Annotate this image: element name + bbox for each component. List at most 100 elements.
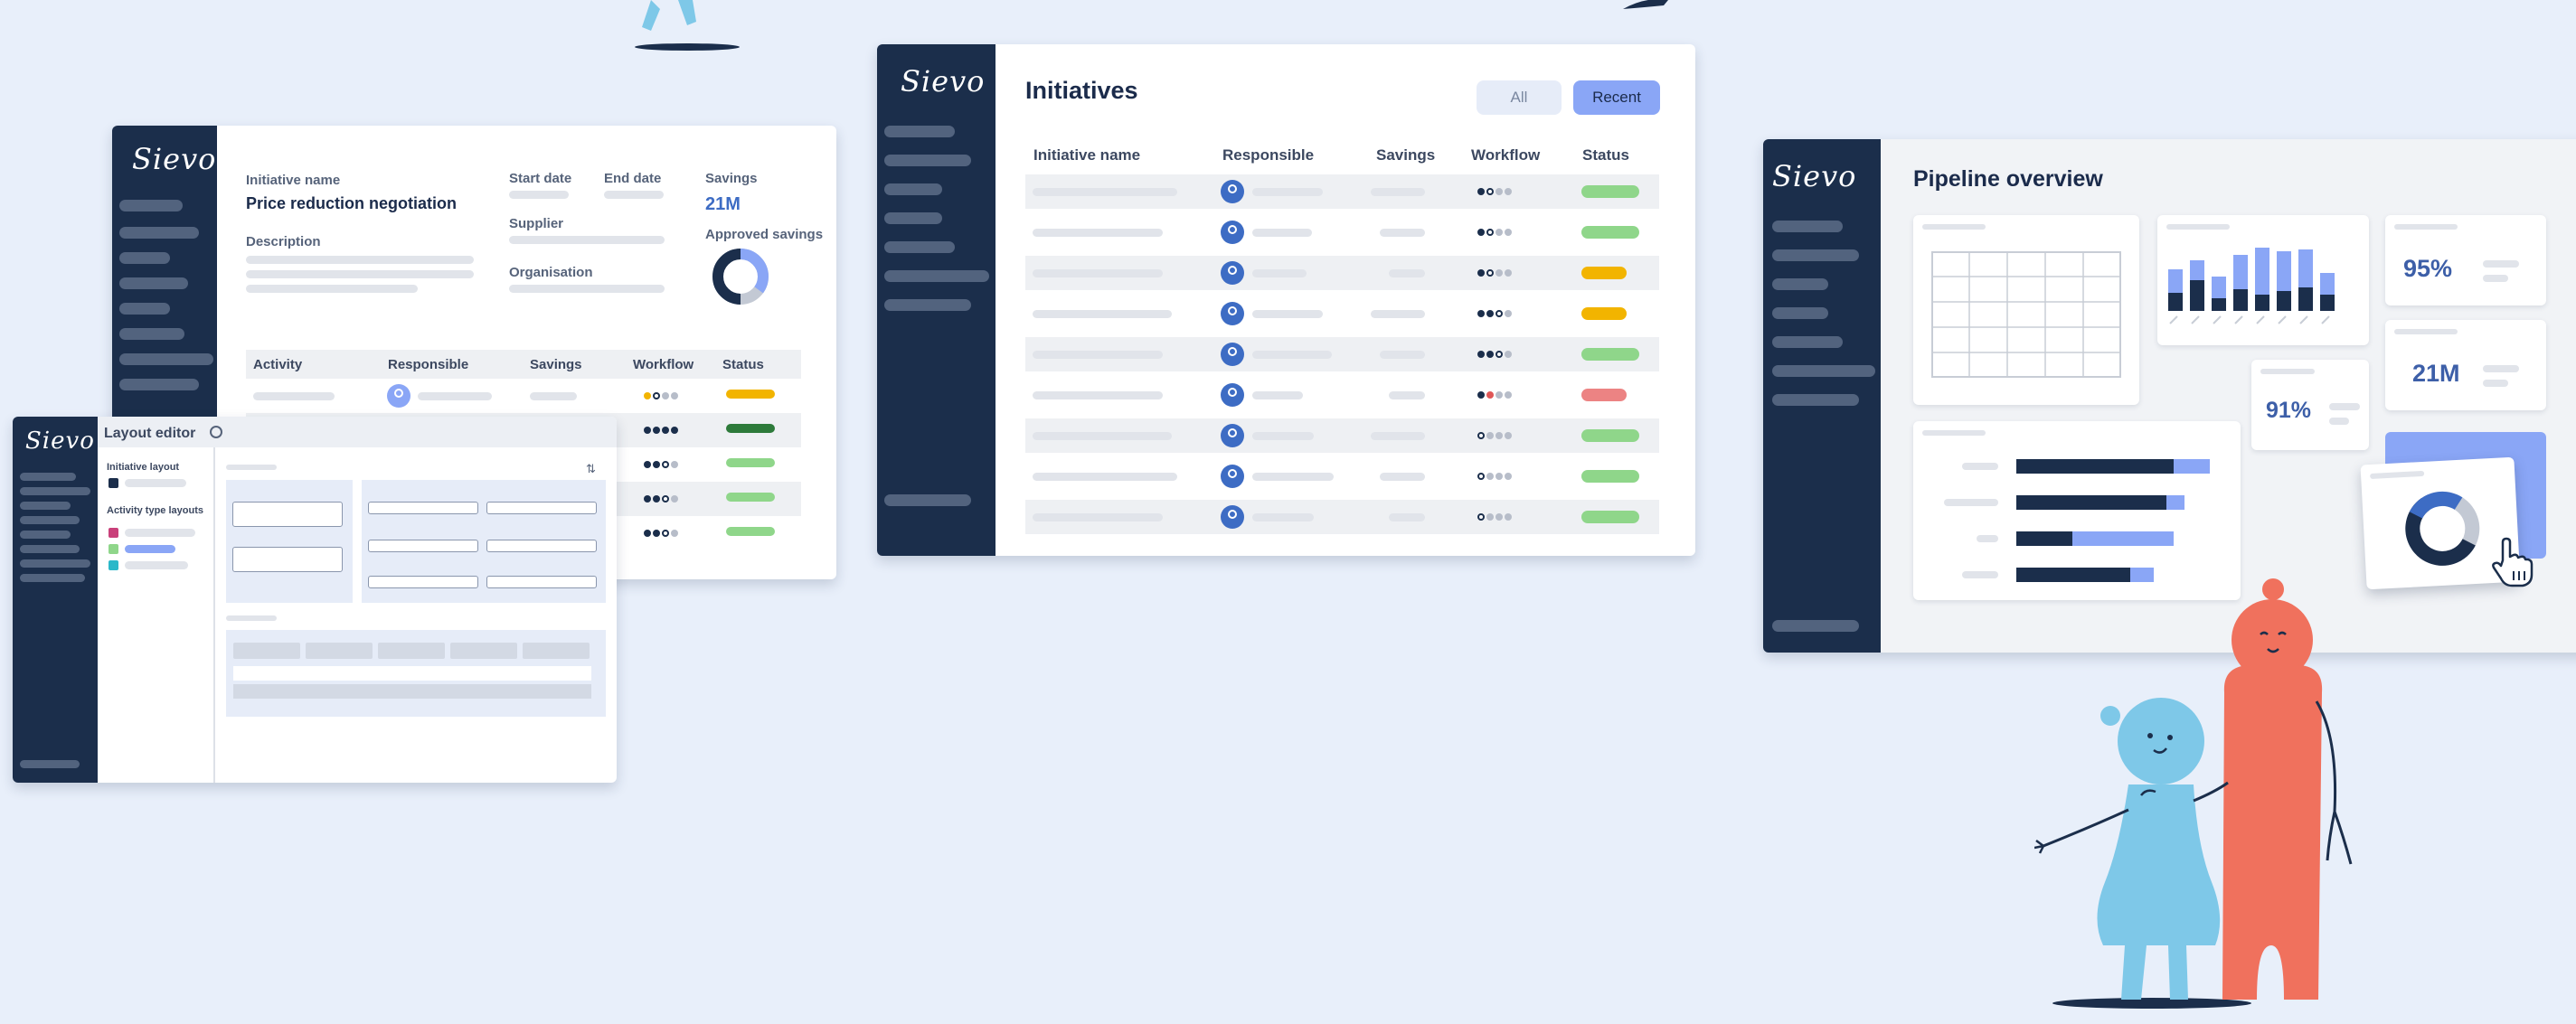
- sidebar-item[interactable]: [119, 200, 183, 211]
- horizontal-bar-widget[interactable]: [1913, 421, 2241, 600]
- sidebar-item[interactable]: [884, 126, 955, 137]
- column-chip[interactable]: [378, 643, 445, 659]
- kpi-widget[interactable]: 91%: [2251, 360, 2369, 450]
- sidebar-item[interactable]: [1772, 394, 1859, 406]
- field-input[interactable]: [232, 547, 343, 572]
- workflow-indicator: [644, 459, 678, 470]
- sidebar-item[interactable]: [1772, 249, 1859, 261]
- sidebar-item[interactable]: [884, 494, 971, 506]
- filter-all-button[interactable]: All: [1477, 80, 1562, 115]
- sidebar-item[interactable]: [1772, 307, 1828, 319]
- placeholder-line: [1252, 432, 1314, 440]
- column-chip[interactable]: [306, 643, 373, 659]
- table-row[interactable]: [246, 379, 801, 413]
- placeholder-line: [1033, 310, 1172, 318]
- table-row[interactable]: [1025, 500, 1659, 534]
- sievo-logo: Sievo: [132, 142, 217, 176]
- table-row[interactable]: [1025, 418, 1659, 453]
- placeholder-line: [509, 191, 569, 199]
- sidebar-item[interactable]: [119, 277, 188, 289]
- initiative-name-value: Price reduction negotiation: [246, 194, 458, 212]
- col-status: Status: [1582, 146, 1629, 164]
- table-row[interactable]: [1025, 174, 1659, 209]
- placeholder-line: [1252, 188, 1323, 196]
- user-avatar-icon: [1221, 180, 1244, 203]
- sidebar: Sievo: [877, 44, 995, 556]
- table-row[interactable]: [1025, 215, 1659, 249]
- sidebar-item[interactable]: [119, 303, 170, 315]
- initiatives-window: Sievo Initiatives All Recent Initiative …: [877, 44, 1695, 556]
- sidebar-item[interactable]: [884, 183, 942, 195]
- sidebar-item[interactable]: [119, 353, 213, 365]
- bar-chart-widget[interactable]: [2157, 215, 2369, 345]
- sidebar-item[interactable]: [20, 760, 80, 768]
- table-row[interactable]: [1025, 459, 1659, 493]
- activity-type-layouts-label: Activity type layouts: [107, 505, 203, 516]
- placeholder-line: [1380, 229, 1425, 237]
- sidebar-item[interactable]: [119, 379, 199, 390]
- user-avatar-icon: [1221, 424, 1244, 447]
- sidebar-item[interactable]: [119, 252, 170, 264]
- placeholder-line: [1252, 229, 1312, 237]
- placeholder-line: [1033, 229, 1163, 237]
- field-input[interactable]: [486, 540, 597, 552]
- user-avatar-icon: [1221, 261, 1244, 285]
- sidebar-item[interactable]: [884, 299, 971, 311]
- figure-fragment-illustration: [1623, 0, 1668, 9]
- sidebar-item[interactable]: [1772, 365, 1875, 377]
- sidebar-item[interactable]: [20, 487, 90, 495]
- placeholder-line: [1033, 269, 1163, 277]
- hand-cursor-icon: [2492, 537, 2534, 587]
- sidebar-item[interactable]: [20, 574, 85, 582]
- sidebar-item[interactable]: [20, 545, 80, 553]
- sidebar-item[interactable]: [884, 212, 942, 224]
- placeholder-line: [246, 256, 474, 264]
- table-row[interactable]: [1025, 378, 1659, 412]
- field-input[interactable]: [486, 502, 597, 514]
- initiative-layout-label: Initiative layout: [107, 462, 180, 473]
- kpi-widget[interactable]: 21M: [2385, 320, 2546, 410]
- field-input[interactable]: [368, 540, 478, 552]
- sidebar-item[interactable]: [1772, 620, 1859, 632]
- sidebar-item[interactable]: [20, 502, 71, 510]
- filter-recent-button[interactable]: Recent: [1573, 80, 1660, 115]
- sliders-icon[interactable]: ⇅: [586, 462, 596, 476]
- layout-block[interactable]: [226, 480, 353, 603]
- grid-widget[interactable]: [1913, 215, 2139, 405]
- initiative-name-label: Initiative name: [246, 173, 341, 188]
- placeholder-line: [246, 285, 418, 293]
- column-chip[interactable]: [450, 643, 517, 659]
- field-input[interactable]: [368, 502, 478, 514]
- column-chip[interactable]: [523, 643, 590, 659]
- page-title: Pipeline overview: [1913, 166, 2103, 192]
- table-row[interactable]: [1025, 337, 1659, 371]
- field-input[interactable]: [486, 576, 597, 588]
- sidebar-item[interactable]: [884, 155, 971, 166]
- field-input[interactable]: [232, 502, 343, 527]
- organisation-label: Organisation: [509, 265, 593, 280]
- sidebar-item[interactable]: [884, 241, 955, 253]
- col-workflow: Workflow: [633, 357, 694, 372]
- sidebar-item[interactable]: [1772, 278, 1828, 290]
- sidebar-item[interactable]: [20, 559, 90, 568]
- table-row[interactable]: [1025, 256, 1659, 290]
- figure-leg-illustration: [635, 0, 740, 51]
- kpi-widget[interactable]: 95%: [2385, 215, 2546, 305]
- sidebar-item[interactable]: [20, 516, 80, 524]
- workflow-indicator: [1477, 349, 1512, 360]
- gear-icon[interactable]: [210, 426, 222, 438]
- field-input[interactable]: [368, 576, 478, 588]
- sidebar-item[interactable]: [20, 531, 71, 539]
- sidebar-item[interactable]: [119, 328, 184, 340]
- sidebar-item[interactable]: [1772, 221, 1843, 232]
- sidebar-item[interactable]: [20, 473, 76, 481]
- sievo-logo: Sievo: [25, 427, 95, 455]
- col-responsible: Responsible: [1222, 146, 1315, 164]
- column-chip[interactable]: [233, 643, 300, 659]
- table-row[interactable]: [1025, 296, 1659, 331]
- placeholder-line: [1033, 351, 1163, 359]
- sidebar-item[interactable]: [119, 227, 199, 239]
- placeholder-line: [1033, 513, 1163, 521]
- sidebar-item[interactable]: [1772, 336, 1843, 348]
- sidebar-item[interactable]: [884, 270, 989, 282]
